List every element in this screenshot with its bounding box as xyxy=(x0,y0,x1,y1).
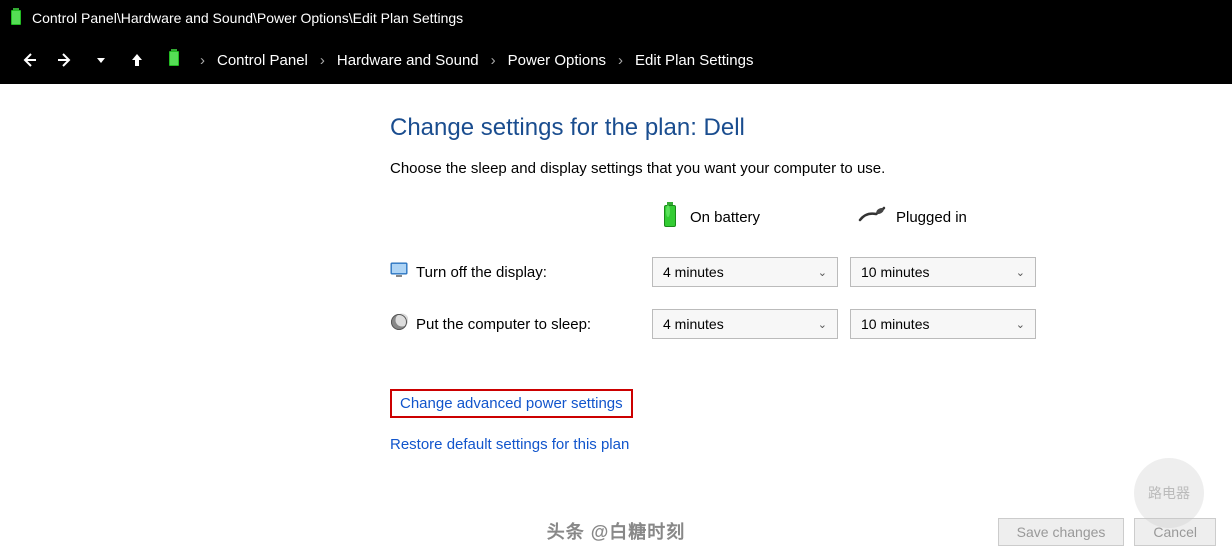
breadcrumb-control-panel[interactable]: Control Panel xyxy=(217,52,308,69)
chevron-down-icon: ⌄ xyxy=(818,318,827,331)
breadcrumb-edit-plan[interactable]: Edit Plan Settings xyxy=(635,52,753,69)
plugged-in-label: Plugged in xyxy=(896,209,967,226)
setting-row-sleep: Put the computer to sleep: 4 minutes ⌄ 1… xyxy=(390,309,1232,339)
page-title: Change settings for the plan: Dell xyxy=(390,114,1232,142)
change-advanced-link[interactable]: Change advanced power settings xyxy=(390,389,633,418)
nav-bar: › Control Panel › Hardware and Sound › P… xyxy=(0,36,1232,84)
display-off-label: Turn off the display: xyxy=(416,264,547,281)
forward-button[interactable] xyxy=(52,47,78,73)
up-button[interactable] xyxy=(124,47,150,73)
sleep-battery-value: 4 minutes xyxy=(663,316,724,332)
breadcrumb-hardware-sound[interactable]: Hardware and Sound xyxy=(337,52,479,69)
sleep-battery-dropdown[interactable]: 4 minutes ⌄ xyxy=(652,309,838,339)
save-button[interactable]: Save changes xyxy=(998,518,1125,546)
plug-icon xyxy=(858,206,886,228)
restore-defaults-link[interactable]: Restore default settings for this plan xyxy=(390,436,629,453)
chevron-down-icon: ⌄ xyxy=(1016,266,1025,279)
battery-icon xyxy=(166,48,182,72)
page-description: Choose the sleep and display settings th… xyxy=(390,160,1232,177)
cancel-button[interactable]: Cancel xyxy=(1134,518,1216,546)
on-battery-label: On battery xyxy=(690,209,760,226)
chevron-right-icon[interactable]: › xyxy=(200,52,205,69)
moon-icon xyxy=(390,313,408,335)
column-headers: On battery Plugged in xyxy=(390,201,1232,233)
chevron-right-icon[interactable]: › xyxy=(618,52,623,69)
battery-icon xyxy=(660,201,680,233)
footer-buttons: Save changes Cancel xyxy=(982,508,1232,556)
main-content: Change settings for the plan: Dell Choos… xyxy=(0,84,1232,471)
battery-icon xyxy=(8,7,24,30)
monitor-icon xyxy=(390,261,408,283)
chevron-down-icon: ⌄ xyxy=(818,266,827,279)
setting-row-display: Turn off the display: 4 minutes ⌄ 10 min… xyxy=(390,257,1232,287)
watermark-text: 头条 @白糖时刻 xyxy=(547,518,686,544)
display-off-battery-value: 4 minutes xyxy=(663,264,724,280)
display-off-battery-dropdown[interactable]: 4 minutes ⌄ xyxy=(652,257,838,287)
recent-dropdown-icon[interactable] xyxy=(88,47,114,73)
breadcrumb-power-options[interactable]: Power Options xyxy=(508,52,606,69)
sleep-label: Put the computer to sleep: xyxy=(416,316,591,333)
plugged-in-header: Plugged in xyxy=(850,201,1048,233)
chevron-right-icon[interactable]: › xyxy=(320,52,325,69)
title-bar: Control Panel\Hardware and Sound\Power O… xyxy=(0,0,1232,36)
sleep-plugged-value: 10 minutes xyxy=(861,316,929,332)
window-title-path: Control Panel\Hardware and Sound\Power O… xyxy=(32,10,463,26)
display-off-plugged-dropdown[interactable]: 10 minutes ⌄ xyxy=(850,257,1036,287)
back-button[interactable] xyxy=(16,47,42,73)
chevron-down-icon: ⌄ xyxy=(1016,318,1025,331)
sleep-plugged-dropdown[interactable]: 10 minutes ⌄ xyxy=(850,309,1036,339)
on-battery-header: On battery xyxy=(652,201,850,233)
chevron-right-icon[interactable]: › xyxy=(491,52,496,69)
display-off-plugged-value: 10 minutes xyxy=(861,264,929,280)
